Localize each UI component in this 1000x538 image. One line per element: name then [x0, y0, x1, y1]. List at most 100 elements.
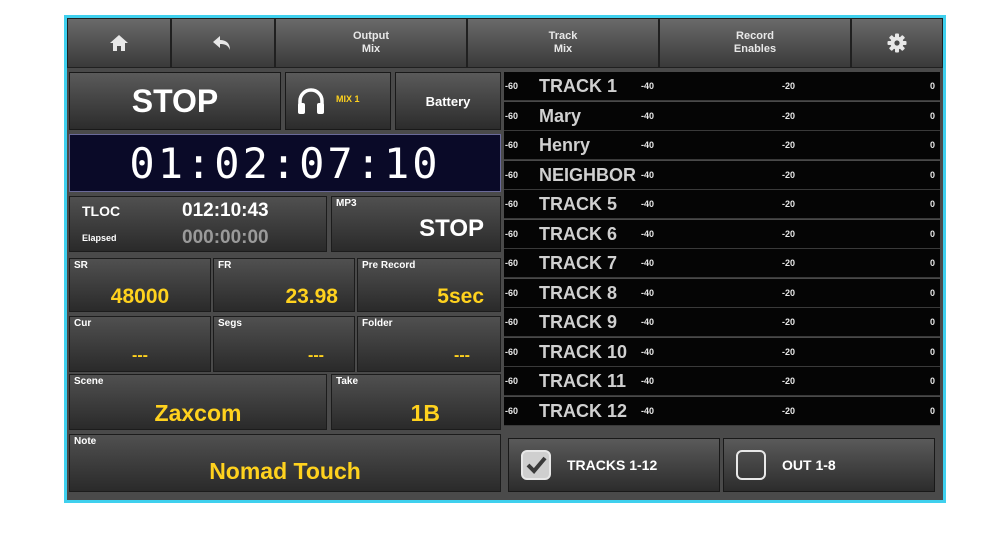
track-meter-row[interactable]: TRACK 9 -60 -40 -20 0: [504, 308, 940, 337]
meter-scale-min-label: -60: [505, 110, 519, 121]
meter-scale-min-label: -60: [505, 169, 519, 180]
meter-scale-mid2-label: -20: [782, 287, 796, 298]
track-meter-row[interactable]: TRACK 11 -60 -40 -20 0: [504, 367, 940, 396]
headphone-mix-button[interactable]: MIX 1: [285, 72, 391, 130]
segs-label: Segs: [218, 318, 242, 329]
track-name: TRACK 6: [539, 223, 618, 244]
meter-scale-mid2-label: -20: [782, 199, 796, 209]
track-meter-row[interactable]: TRACK 5 -60 -40 -20 0: [504, 190, 940, 219]
meter-scale-min-label: -60: [505, 258, 519, 268]
track-meter-row[interactable]: Mary -60 -40 -20 0: [504, 101, 940, 131]
folder-panel[interactable]: Folder ---: [357, 316, 501, 372]
meter-scale-max-label: 0: [930, 81, 936, 91]
prerecord-label: Pre Record: [362, 260, 416, 271]
meter-scale-min-label: -60: [505, 376, 519, 386]
sample-rate-panel[interactable]: SR 48000: [69, 258, 211, 312]
note-value: Nomad Touch: [209, 458, 361, 484]
meter-scale-min-label: -60: [505, 199, 519, 209]
track-meter-row[interactable]: TRACK 12 -60 -40 -20 0: [504, 396, 940, 426]
checkbox-unchecked-icon: [736, 450, 766, 480]
meter-scale-mid1-label: -40: [641, 81, 655, 91]
track-meter-row[interactable]: TRACK 8 -60 -40 -20 0: [504, 278, 940, 308]
meter-scale-mid1-label: -40: [641, 376, 655, 386]
segs-panel[interactable]: Segs ---: [213, 316, 355, 372]
pre-record-panel[interactable]: Pre Record 5sec: [357, 258, 501, 312]
take-panel[interactable]: Take 1B: [331, 374, 501, 430]
fr-label: FR: [218, 260, 232, 271]
meter-scale-max-label: 0: [930, 258, 936, 268]
scene-panel[interactable]: Scene Zaxcom: [69, 374, 327, 430]
note-label: Note: [74, 436, 97, 447]
track-meter-row[interactable]: TRACK 7 -60 -40 -20 0: [504, 249, 940, 278]
cur-label: Cur: [74, 318, 92, 329]
tloc-label: TLOC: [82, 203, 121, 219]
meter-scale-min-label: -60: [505, 228, 519, 239]
note-panel[interactable]: Note Nomad Touch: [69, 434, 501, 492]
out-1-8-toggle[interactable]: OUT 1-8: [723, 438, 935, 492]
frame-rate-panel[interactable]: FR 23.98: [213, 258, 355, 312]
take-label: Take: [336, 376, 359, 387]
track-mix-button[interactable]: Track Mix: [467, 18, 659, 68]
meter-scale-max-label: 0: [930, 317, 936, 327]
mp3-panel[interactable]: MP3 STOP: [331, 196, 501, 252]
meter-scale-max-label: 0: [930, 110, 936, 121]
elapsed-label: Elapsed: [82, 233, 117, 243]
mp3-label: MP3: [336, 198, 357, 209]
folder-label: Folder: [362, 318, 393, 329]
out-toggle-label: OUT 1-8: [782, 457, 836, 473]
elapsed-value: 000:00:00: [182, 227, 269, 248]
cur-panel[interactable]: Cur ---: [69, 316, 211, 372]
timecode-display: 01:02:07:10: [69, 134, 501, 192]
tracks-toggle-label: TRACKS 1-12: [567, 457, 658, 473]
stop-button[interactable]: STOP: [69, 72, 281, 130]
meter-scale-mid2-label: -20: [782, 346, 796, 357]
back-arrow-icon: [213, 36, 230, 50]
meter-scale-mid2-label: -20: [782, 258, 796, 268]
meter-scale-mid1-label: -40: [641, 110, 655, 121]
track-meter-row[interactable]: TRACK 1 -60 -40 -20 0: [504, 72, 940, 101]
output-mix-button[interactable]: Output Mix: [275, 18, 467, 68]
meter-scale-mid1-label: -40: [641, 317, 655, 327]
home-button[interactable]: [67, 18, 171, 68]
meter-scale-mid2-label: -20: [782, 376, 796, 386]
meter-scale-mid1-label: -40: [641, 199, 655, 209]
meter-scale-mid2-label: -20: [782, 81, 796, 91]
back-button[interactable]: [171, 18, 275, 68]
meter-scale-min-label: -60: [505, 405, 519, 416]
tloc-value: 012:10:43: [182, 200, 269, 221]
track-name: TRACK 9: [539, 312, 618, 332]
meter-scale-min-label: -60: [505, 287, 519, 298]
mix-label: MIX 1: [336, 94, 360, 104]
meter-scale-mid2-label: -20: [782, 140, 796, 150]
meter-scale-min-label: -60: [505, 346, 519, 357]
track-mix-line1: Track: [548, 30, 578, 42]
output-mix-line1: Output: [352, 30, 390, 42]
track-name: NEIGHBOR: [539, 164, 637, 185]
fr-value: 23.98: [285, 285, 338, 308]
home-icon: [110, 35, 128, 51]
track-meter-row[interactable]: NEIGHBOR -60 -40 -20 0: [504, 160, 940, 190]
meter-scale-mid1-label: -40: [641, 169, 655, 180]
record-enables-button[interactable]: Record Enables: [659, 18, 851, 68]
meter-scale-mid1-label: -40: [641, 140, 655, 150]
settings-button[interactable]: [851, 18, 943, 68]
record-enables-line2: Enables: [733, 43, 777, 55]
track-name: TRACK 10: [539, 341, 628, 362]
meter-scale-mid1-label: -40: [641, 258, 655, 268]
meter-scale-max-label: 0: [930, 346, 936, 357]
track-meter-row[interactable]: Henry -60 -40 -20 0: [504, 131, 940, 160]
meter-scale-mid2-label: -20: [782, 405, 796, 416]
output-mix-line2: Mix: [361, 43, 381, 55]
track-meter-row[interactable]: TRACK 6 -60 -40 -20 0: [504, 219, 940, 249]
meter-scale-mid1-label: -40: [641, 287, 655, 298]
tloc-panel[interactable]: TLOC 012:10:43 Elapsed 000:00:00: [69, 196, 327, 252]
track-meter-row[interactable]: TRACK 10 -60 -40 -20 0: [504, 337, 940, 367]
sr-value: 48000: [110, 285, 170, 308]
meter-scale-max-label: 0: [930, 376, 936, 386]
tracks-1-12-toggle[interactable]: TRACKS 1-12: [508, 438, 720, 492]
track-name: TRACK 1: [539, 76, 618, 96]
meter-scale-mid1-label: -40: [641, 228, 655, 239]
segs-value: ---: [308, 347, 324, 364]
battery-button[interactable]: Battery: [395, 72, 501, 130]
track-name: Mary: [539, 105, 582, 126]
